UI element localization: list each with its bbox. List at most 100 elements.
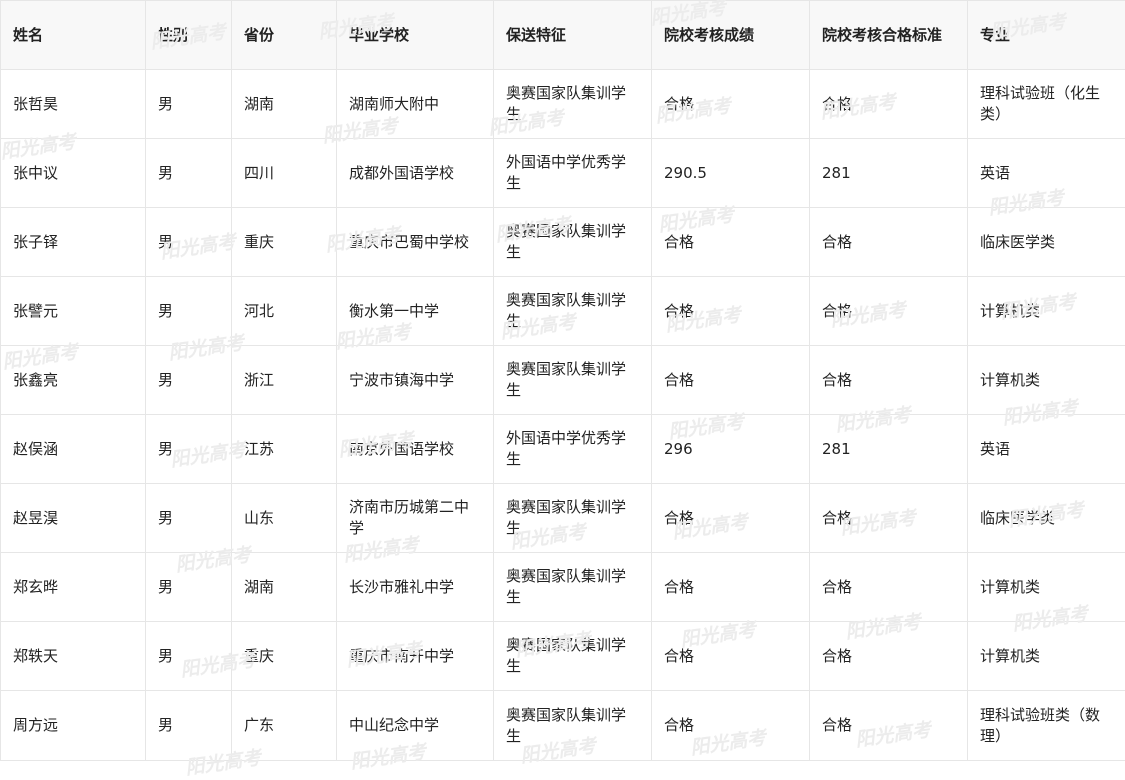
- cell-major: 临床医学类: [968, 208, 1125, 277]
- cell-school: 济南市历城第二中学: [337, 484, 494, 553]
- cell-pass-standard: 合格: [810, 484, 968, 553]
- table-row: 张子铎男重庆重庆市巴蜀中学校奥赛国家队集训学生合格合格临床医学类: [1, 208, 1125, 277]
- cell-name: 郑轶天: [1, 622, 146, 691]
- cell-province: 四川: [232, 139, 337, 208]
- cell-gender: 男: [146, 139, 232, 208]
- cell-name: 赵俣涵: [1, 415, 146, 484]
- cell-gender: 男: [146, 346, 232, 415]
- cell-pass-standard: 合格: [810, 208, 968, 277]
- cell-gender: 男: [146, 208, 232, 277]
- cell-major: 英语: [968, 139, 1125, 208]
- cell-pass-standard: 281: [810, 139, 968, 208]
- cell-province: 河北: [232, 277, 337, 346]
- cell-assessment-score: 290.5: [652, 139, 810, 208]
- header-major: 专业: [968, 1, 1125, 70]
- cell-recommendation-type: 奥赛国家队集训学生: [494, 622, 652, 691]
- table-row: 周方远男广东中山纪念中学奥赛国家队集训学生合格合格理科试验班类（数理）: [1, 691, 1125, 761]
- admissions-table: 姓名 性别 省份 毕业学校 保送特征 院校考核成绩 院校考核合格标准 专业 张哲…: [0, 0, 1125, 761]
- cell-school: 成都外国语学校: [337, 139, 494, 208]
- cell-name: 张哲昊: [1, 70, 146, 139]
- table-row: 张譬元男河北衡水第一中学奥赛国家队集训学生合格合格计算机类: [1, 277, 1125, 346]
- header-name: 姓名: [1, 1, 146, 70]
- table-row: 张中议男四川成都外国语学校外国语中学优秀学生290.5281英语: [1, 139, 1125, 208]
- cell-name: 郑玄晔: [1, 553, 146, 622]
- cell-name: 周方远: [1, 691, 146, 761]
- cell-major: 计算机类: [968, 553, 1125, 622]
- cell-pass-standard: 合格: [810, 622, 968, 691]
- cell-major: 理科试验班类（数理）: [968, 691, 1125, 761]
- cell-gender: 男: [146, 553, 232, 622]
- cell-assessment-score: 合格: [652, 622, 810, 691]
- cell-gender: 男: [146, 415, 232, 484]
- cell-province: 浙江: [232, 346, 337, 415]
- table-row: 郑轶天男重庆重庆市南开中学奥赛国家队集训学生合格合格计算机类: [1, 622, 1125, 691]
- cell-recommendation-type: 奥赛国家队集训学生: [494, 346, 652, 415]
- cell-school: 长沙市雅礼中学: [337, 553, 494, 622]
- cell-school: 衡水第一中学: [337, 277, 494, 346]
- cell-name: 张譬元: [1, 277, 146, 346]
- cell-school: 重庆市南开中学: [337, 622, 494, 691]
- cell-assessment-score: 合格: [652, 553, 810, 622]
- cell-major: 理科试验班（化生类）: [968, 70, 1125, 139]
- table-row: 张哲昊男湖南湖南师大附中奥赛国家队集训学生合格合格理科试验班（化生类）: [1, 70, 1125, 139]
- header-province: 省份: [232, 1, 337, 70]
- header-recommendation-type: 保送特征: [494, 1, 652, 70]
- cell-pass-standard: 合格: [810, 691, 968, 761]
- header-row: 姓名 性别 省份 毕业学校 保送特征 院校考核成绩 院校考核合格标准 专业: [1, 1, 1125, 70]
- cell-gender: 男: [146, 484, 232, 553]
- cell-recommendation-type: 外国语中学优秀学生: [494, 415, 652, 484]
- cell-assessment-score: 合格: [652, 70, 810, 139]
- cell-major: 计算机类: [968, 622, 1125, 691]
- cell-province: 湖南: [232, 553, 337, 622]
- cell-province: 山东: [232, 484, 337, 553]
- header-assessment-score: 院校考核成绩: [652, 1, 810, 70]
- cell-province: 广东: [232, 691, 337, 761]
- cell-province: 重庆: [232, 208, 337, 277]
- cell-pass-standard: 281: [810, 415, 968, 484]
- cell-pass-standard: 合格: [810, 277, 968, 346]
- cell-name: 张中议: [1, 139, 146, 208]
- cell-recommendation-type: 奥赛国家队集训学生: [494, 208, 652, 277]
- cell-name: 张子铎: [1, 208, 146, 277]
- cell-major: 计算机类: [968, 277, 1125, 346]
- cell-province: 湖南: [232, 70, 337, 139]
- table-row: 张鑫亮男浙江宁波市镇海中学奥赛国家队集训学生合格合格计算机类: [1, 346, 1125, 415]
- cell-major: 英语: [968, 415, 1125, 484]
- cell-pass-standard: 合格: [810, 553, 968, 622]
- cell-major: 临床医学类: [968, 484, 1125, 553]
- cell-assessment-score: 合格: [652, 484, 810, 553]
- cell-recommendation-type: 奥赛国家队集训学生: [494, 484, 652, 553]
- cell-assessment-score: 合格: [652, 346, 810, 415]
- header-school: 毕业学校: [337, 1, 494, 70]
- cell-name: 张鑫亮: [1, 346, 146, 415]
- cell-name: 赵昱淏: [1, 484, 146, 553]
- cell-gender: 男: [146, 277, 232, 346]
- cell-major: 计算机类: [968, 346, 1125, 415]
- cell-pass-standard: 合格: [810, 346, 968, 415]
- cell-school: 中山纪念中学: [337, 691, 494, 761]
- cell-assessment-score: 合格: [652, 691, 810, 761]
- cell-province: 重庆: [232, 622, 337, 691]
- cell-province: 江苏: [232, 415, 337, 484]
- cell-recommendation-type: 奥赛国家队集训学生: [494, 277, 652, 346]
- table-body: 张哲昊男湖南湖南师大附中奥赛国家队集训学生合格合格理科试验班（化生类）张中议男四…: [1, 70, 1125, 761]
- cell-assessment-score: 合格: [652, 208, 810, 277]
- cell-assessment-score: 296: [652, 415, 810, 484]
- table-header: 姓名 性别 省份 毕业学校 保送特征 院校考核成绩 院校考核合格标准 专业: [1, 1, 1125, 70]
- header-pass-standard: 院校考核合格标准: [810, 1, 968, 70]
- cell-assessment-score: 合格: [652, 277, 810, 346]
- cell-school: 重庆市巴蜀中学校: [337, 208, 494, 277]
- cell-recommendation-type: 奥赛国家队集训学生: [494, 553, 652, 622]
- table-row: 赵昱淏男山东济南市历城第二中学奥赛国家队集训学生合格合格临床医学类: [1, 484, 1125, 553]
- cell-recommendation-type: 外国语中学优秀学生: [494, 139, 652, 208]
- cell-school: 湖南师大附中: [337, 70, 494, 139]
- cell-gender: 男: [146, 70, 232, 139]
- table-row: 赵俣涵男江苏南京外国语学校外国语中学优秀学生296281英语: [1, 415, 1125, 484]
- cell-recommendation-type: 奥赛国家队集训学生: [494, 70, 652, 139]
- cell-gender: 男: [146, 622, 232, 691]
- header-gender: 性别: [146, 1, 232, 70]
- cell-recommendation-type: 奥赛国家队集训学生: [494, 691, 652, 761]
- cell-school: 南京外国语学校: [337, 415, 494, 484]
- cell-school: 宁波市镇海中学: [337, 346, 494, 415]
- cell-gender: 男: [146, 691, 232, 761]
